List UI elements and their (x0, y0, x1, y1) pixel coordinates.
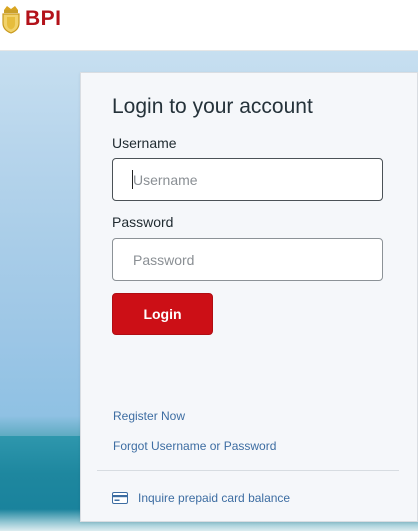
top-header: BPI (0, 0, 418, 51)
logo-text: BPI (25, 7, 62, 30)
page-title: Login to your account (112, 95, 313, 118)
login-button[interactable]: Login (112, 293, 213, 335)
username-label: Username (112, 135, 177, 151)
divider (97, 470, 399, 471)
register-now-link[interactable]: Register Now (113, 409, 185, 423)
password-input[interactable] (112, 238, 383, 281)
login-card: Login to your account Username Password … (80, 72, 418, 522)
text-caret (132, 170, 133, 189)
prepaid-balance-link[interactable]: Inquire prepaid card balance (112, 491, 290, 505)
prepaid-balance-label: Inquire prepaid card balance (138, 491, 291, 505)
password-label: Password (112, 214, 174, 230)
bpi-logo[interactable]: BPI (0, 2, 62, 36)
credit-card-icon (112, 492, 128, 504)
bank-crest-icon (2, 6, 20, 34)
forgot-credentials-link[interactable]: Forgot Username or Password (113, 439, 276, 453)
username-input[interactable] (112, 158, 383, 201)
